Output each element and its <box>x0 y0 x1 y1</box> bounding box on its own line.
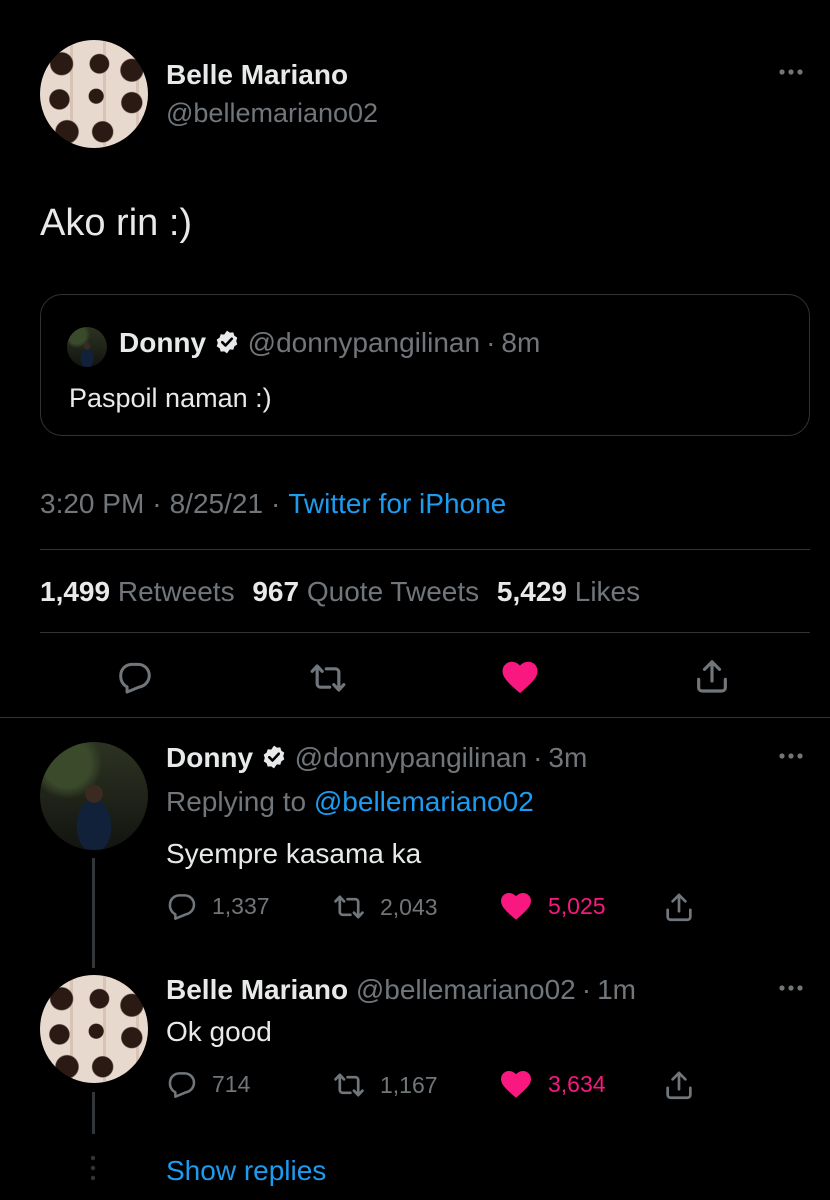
thread-dots-icon <box>90 1155 96 1181</box>
like-label: Likes <box>574 576 641 607</box>
retweet-count: 2,043 <box>380 893 438 920</box>
retweet-count: 1,167 <box>380 1071 438 1098</box>
retweet-action[interactable]: 1,167 <box>332 1068 438 1102</box>
thread-line <box>92 1092 95 1134</box>
separator: · <box>581 974 592 1005</box>
reply-author-name[interactable]: Belle Mariano <box>166 974 348 1005</box>
retweet-count: 1,499 <box>40 576 111 607</box>
replying-to-handle[interactable]: @bellemariano02 <box>314 786 534 817</box>
more-icon[interactable] <box>778 752 804 760</box>
retweet-icon[interactable] <box>308 658 348 698</box>
thread-line <box>92 858 95 968</box>
like-count: 3,634 <box>548 1070 606 1097</box>
like-count: 5,025 <box>548 892 606 919</box>
avatar[interactable] <box>40 975 148 1083</box>
separator: · <box>271 488 281 519</box>
reply-time[interactable]: 1m <box>597 974 636 1005</box>
share-icon[interactable] <box>692 656 732 696</box>
like-action[interactable]: 3,634 <box>498 1066 606 1102</box>
like-icon[interactable] <box>499 656 541 698</box>
reply-text: Ok good <box>166 1016 272 1047</box>
like-action[interactable]: 5,025 <box>498 888 606 924</box>
author-name[interactable]: Belle Mariano <box>166 59 348 91</box>
show-replies-link[interactable]: Show replies <box>166 1155 326 1187</box>
retweet-icon <box>334 1073 364 1097</box>
retweet-action[interactable]: 2,043 <box>332 890 438 924</box>
quote-text: Paspoil naman :) <box>69 383 272 413</box>
reply-time[interactable]: 3m <box>548 742 587 773</box>
like-icon <box>501 1070 531 1098</box>
divider <box>40 549 810 550</box>
tweet-stats: 1,499 Retweets 967 Quote Tweets 5,429 Li… <box>40 576 640 608</box>
retweet-icon <box>334 895 364 919</box>
reply-icon <box>168 894 196 920</box>
share-icon[interactable] <box>662 890 696 924</box>
like-count: 5,429 <box>496 576 567 607</box>
quote-time: 8m <box>501 327 541 358</box>
reply-author-handle[interactable]: @donnypangilinan <box>295 742 527 773</box>
author-handle[interactable]: @bellemariano02 <box>166 98 378 129</box>
reply-action[interactable]: 1,337 <box>166 890 270 922</box>
divider <box>40 632 810 633</box>
avatar[interactable] <box>40 40 148 148</box>
divider <box>0 717 830 718</box>
reply-icon <box>168 1072 196 1098</box>
separator: · <box>533 742 543 773</box>
quote-label: Quote Tweets <box>306 576 480 607</box>
separator: · <box>152 488 162 519</box>
tweet-source[interactable]: Twitter for iPhone <box>288 488 506 519</box>
reply-author-handle[interactable]: @bellemariano02 <box>356 974 576 1005</box>
verified-badge-icon <box>263 745 285 769</box>
quoted-tweet[interactable]: Donny @donnypangilinan · 8m Paspoil naman … <box>40 294 810 436</box>
tweet-time[interactable]: 3:20 PM <box>40 488 144 519</box>
tweet-date[interactable]: 8/25/21 <box>170 488 263 519</box>
reply-icon[interactable] <box>116 658 154 696</box>
more-icon[interactable] <box>778 68 804 76</box>
reply-count: 714 <box>212 1070 251 1097</box>
quote-author-name: Donny <box>119 327 207 358</box>
quote-avatar <box>67 327 107 367</box>
quote-author-handle: @donnypangilinan <box>247 327 481 358</box>
reply-author-name[interactable]: Donny <box>166 742 253 773</box>
verified-badge-icon <box>216 330 238 354</box>
retweet-label: Retweets <box>117 576 235 607</box>
retweet-stat[interactable]: 1,499 Retweets <box>40 576 235 607</box>
replying-to-label: Replying to <box>166 786 307 817</box>
tweet-text: Ako rin :) <box>40 202 193 244</box>
share-icon[interactable] <box>662 1068 696 1102</box>
separator: · <box>486 327 496 358</box>
like-icon <box>501 892 531 920</box>
quote-stat[interactable]: 967 Quote Tweets <box>252 576 479 607</box>
like-stat[interactable]: 5,429 Likes <box>497 576 640 607</box>
reply-count: 1,337 <box>212 892 270 919</box>
reply-text: Syempre kasama ka <box>166 838 422 869</box>
avatar[interactable] <box>40 742 148 850</box>
quote-count: 967 <box>252 576 300 607</box>
more-icon[interactable] <box>778 984 804 992</box>
reply-action[interactable]: 714 <box>166 1068 250 1100</box>
